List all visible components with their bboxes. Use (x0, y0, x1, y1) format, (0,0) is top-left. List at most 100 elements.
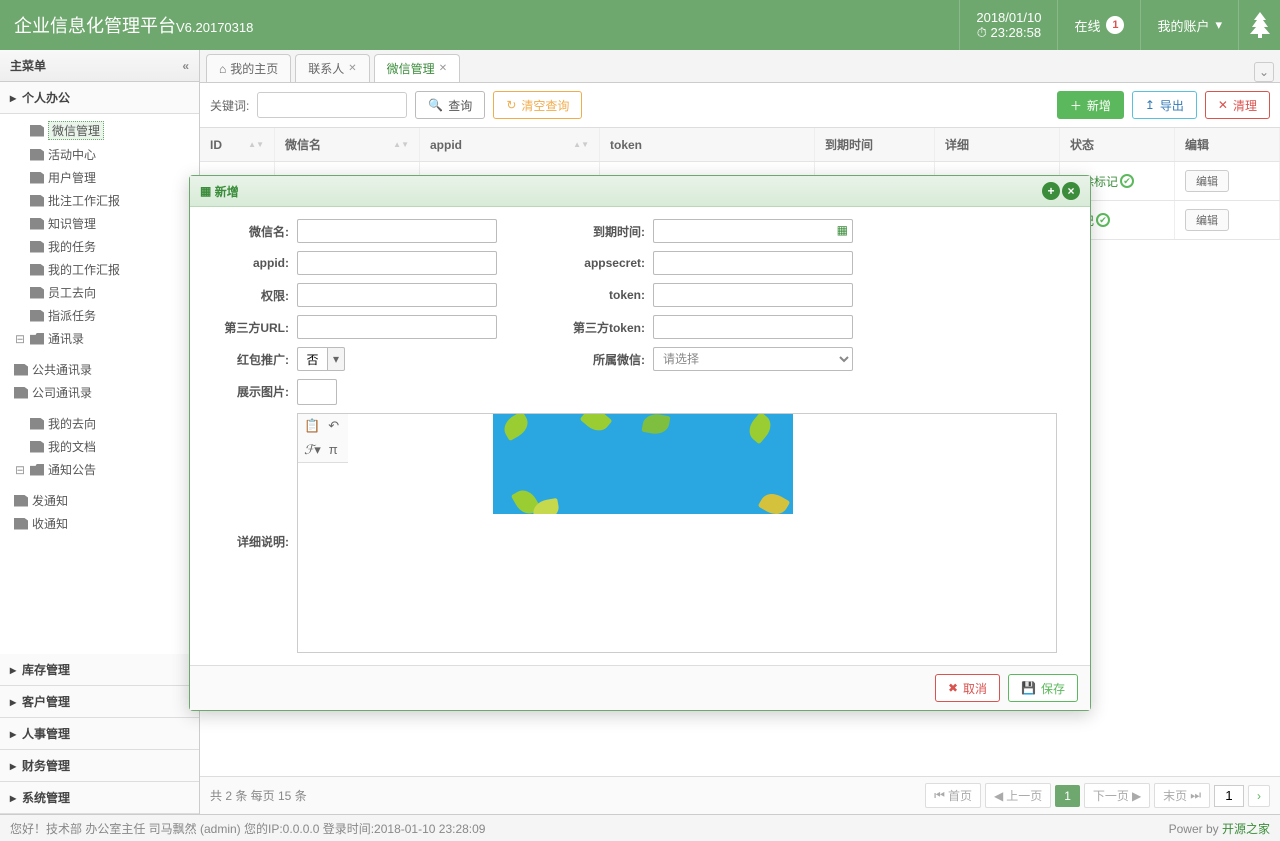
nav-group-personal[interactable]: ▸个人办公 (0, 82, 199, 114)
dialog-new-icon[interactable]: + (1042, 182, 1060, 200)
grid-header: ID▲▼ 微信名▲▼ appid▲▼ token 到期时间 详细 状态 编辑 (200, 128, 1280, 162)
pager-summary: 共 2 条 每页 15 条 (210, 787, 921, 804)
chevron-down-icon: ▾ (1215, 17, 1222, 33)
header-tree-icon[interactable] (1238, 0, 1280, 50)
keyword-input[interactable] (257, 92, 407, 118)
image-upload[interactable] (297, 379, 337, 405)
power-link[interactable]: 开源之家 (1222, 822, 1270, 836)
tab-bar: ⌂我的主页 联系人✕ 微信管理✕ ⌄ (200, 50, 1280, 83)
edit-button[interactable]: 编辑 (1185, 209, 1229, 231)
dialog-title-bar[interactable]: ▦ 新增 + × (190, 176, 1090, 207)
header-datetime: 2018/01/10 ⏱ 23:28:58 (959, 0, 1057, 50)
sidebar-item-pubcontacts[interactable]: 公共通讯录 (14, 358, 199, 381)
x-icon: ✖ (948, 681, 958, 695)
search-button[interactable]: 🔍查询 (415, 91, 485, 119)
close-icon[interactable]: ✕ (348, 63, 356, 74)
header-online[interactable]: 在线 1 (1057, 0, 1140, 50)
search-icon: 🔍 (428, 98, 443, 112)
appid-input[interactable] (297, 251, 497, 275)
sidebar-item-notice[interactable]: ⊟通知公告 (14, 458, 199, 481)
paste-icon[interactable]: 📋 (304, 418, 320, 434)
nav-group-hr[interactable]: ▸人事管理 (0, 718, 199, 750)
pager-first[interactable]: ⏮首页 (925, 783, 981, 808)
x-icon: ✕ (1218, 98, 1228, 112)
token-input[interactable] (653, 283, 853, 307)
collapse-icon[interactable]: « (182, 59, 189, 73)
plus-icon: ＋ (1070, 97, 1082, 114)
undo-icon[interactable]: ↶ (328, 418, 339, 434)
rich-editor[interactable]: 📋↶ ℱ▾π (297, 413, 1057, 653)
nav-group-customer[interactable]: ▸客户管理 (0, 686, 199, 718)
save-button[interactable]: 💾保存 (1008, 674, 1078, 702)
expire-input[interactable] (653, 219, 853, 243)
close-icon[interactable]: ✕ (439, 63, 447, 74)
sidebar-title: 主菜单 « (0, 50, 199, 82)
online-count-badge: 1 (1106, 16, 1124, 34)
sidebar-item-mydoc[interactable]: 我的文档 (14, 435, 199, 458)
sidebar-item-staff[interactable]: 员工去向 (14, 281, 199, 304)
footer: 您好！技术部 办公室主任 司马飘然 (admin) 您的IP:0.0.0.0 登… (0, 814, 1280, 841)
cleanup-button[interactable]: ✕清理 (1205, 91, 1270, 119)
sidebar-item-contacts[interactable]: ⊟通讯录 (14, 327, 199, 350)
upload-icon: ↥ (1145, 98, 1155, 112)
sidebar-item-comcontacts[interactable]: 公司通讯录 (14, 381, 199, 404)
belong-select[interactable]: 请选择 (653, 347, 853, 371)
wxname-input[interactable] (297, 219, 497, 243)
sidebar-item-assign[interactable]: 指派任务 (14, 304, 199, 327)
nav-group-finance[interactable]: ▸财务管理 (0, 750, 199, 782)
refresh-icon: ↻ (506, 98, 516, 112)
nav-group-system[interactable]: ▸系统管理 (0, 782, 199, 814)
sort-icon[interactable]: ▲▼ (248, 142, 264, 147)
url3-input[interactable] (297, 315, 497, 339)
sidebar-item-myreport[interactable]: 我的工作汇报 (14, 258, 199, 281)
edit-button[interactable]: 编辑 (1185, 170, 1229, 192)
save-icon: 💾 (1021, 681, 1036, 695)
cancel-button[interactable]: ✖取消 (935, 674, 1000, 702)
sidebar-item-annotate[interactable]: 批注工作汇报 (14, 189, 199, 212)
sidebar-item-wechat[interactable]: 微信管理 (14, 118, 199, 143)
pager-goto-input[interactable] (1214, 785, 1244, 807)
perm-input[interactable] (297, 283, 497, 307)
redpack-combo[interactable]: ▾ (297, 347, 497, 371)
sidebar-item-activity[interactable]: 活动中心 (14, 143, 199, 166)
tab-wechat[interactable]: 微信管理✕ (374, 54, 460, 82)
chevron-down-icon[interactable]: ▾ (327, 347, 345, 371)
top-header: 企业信息化管理平台V6.20170318 2018/01/10 ⏱ 23:28:… (0, 0, 1280, 50)
check-icon: ✔ (1120, 174, 1134, 188)
calendar-icon[interactable]: ▦ (837, 223, 848, 237)
sidebar-item-recvnotice[interactable]: 收通知 (14, 512, 199, 535)
export-button[interactable]: ↥导出 (1132, 91, 1197, 119)
preview-image (493, 414, 793, 514)
pager-prev[interactable]: ◀上一页 (985, 783, 1051, 808)
pager-current: 1 (1055, 785, 1080, 807)
tab-scroll-icon[interactable]: ⌄ (1254, 62, 1274, 82)
header-account[interactable]: 我的账户▾ (1140, 0, 1238, 50)
add-button[interactable]: ＋新增 (1057, 91, 1124, 119)
sidebar-item-user[interactable]: 用户管理 (14, 166, 199, 189)
appsecret-input[interactable] (653, 251, 853, 275)
editor-toolbar[interactable]: 📋↶ ℱ▾π (298, 414, 348, 463)
pager-go[interactable]: › (1248, 785, 1270, 807)
pager-last[interactable]: 末页⏭ (1154, 783, 1210, 808)
keyword-label: 关键词: (210, 97, 249, 114)
home-icon: ⌂ (219, 62, 226, 76)
file-icon (30, 125, 44, 137)
toolbar: 关键词: 🔍查询 ↻清空查询 ＋新增 ↥导出 ✕清理 (200, 83, 1280, 128)
nav-group-stock[interactable]: ▸库存管理 (0, 654, 199, 686)
pager-next[interactable]: 下一页▶ (1084, 783, 1150, 808)
folder-icon (30, 333, 44, 345)
font-icon[interactable]: ℱ▾ (304, 442, 321, 458)
sidebar-item-myway[interactable]: 我的去向 (14, 412, 199, 435)
tab-home[interactable]: ⌂我的主页 (206, 54, 291, 82)
dialog-close-icon[interactable]: × (1062, 182, 1080, 200)
grid-icon: ▦ (200, 184, 211, 198)
clear-search-button[interactable]: ↻清空查询 (493, 91, 582, 119)
sidebar-item-knowledge[interactable]: 知识管理 (14, 212, 199, 235)
arrow-right-icon: ▸ (10, 91, 16, 105)
sidebar: 主菜单 « ▸个人办公 微信管理 活动中心 用户管理 批注工作汇报 知识管理 我… (0, 50, 200, 814)
tab-contacts[interactable]: 联系人✕ (295, 54, 369, 82)
pager: 共 2 条 每页 15 条 ⏮首页 ◀上一页 1 下一页▶ 末页⏭ › (200, 776, 1280, 814)
token3-input[interactable] (653, 315, 853, 339)
sidebar-item-mytask[interactable]: 我的任务 (14, 235, 199, 258)
sidebar-item-sendnotice[interactable]: 发通知 (14, 489, 199, 512)
